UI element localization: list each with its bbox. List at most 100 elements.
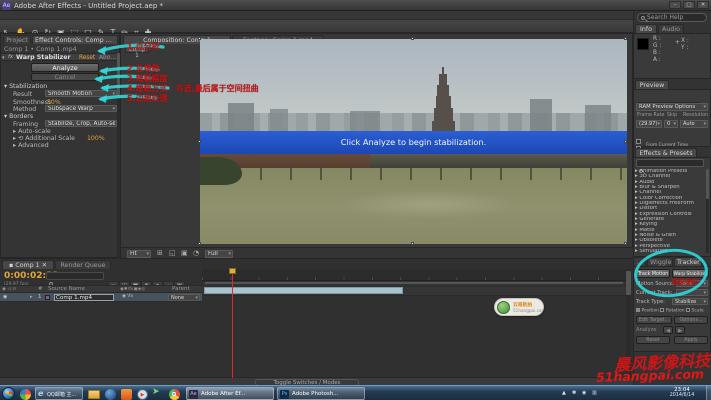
- show-desktop-button[interactable]: [706, 386, 711, 400]
- video-frame[interactable]: Click Analyze to begin stabilization.: [200, 39, 627, 244]
- frame-rate-dropdown[interactable]: (29.97): [636, 120, 662, 128]
- tracker-reset-button[interactable]: Reset: [636, 336, 670, 344]
- parent-dropdown[interactable]: None: [168, 294, 200, 301]
- edit-target-button[interactable]: Edit Target...: [636, 316, 672, 324]
- layer-handle[interactable]: [198, 37, 201, 40]
- tray-show-hidden-icon[interactable]: ▲: [562, 390, 566, 396]
- tab-audio[interactable]: Audio: [658, 24, 684, 33]
- close-button[interactable]: ✕: [697, 1, 709, 9]
- tray-volume-icon[interactable]: ◉: [582, 390, 586, 396]
- layer-handle[interactable]: [411, 242, 414, 245]
- reset-link[interactable]: Reset: [79, 55, 95, 61]
- result-dropdown[interactable]: Smooth Motion: [45, 90, 117, 97]
- mask-visibility-icon[interactable]: ◱: [169, 249, 176, 257]
- rotation-checkbox[interactable]: [660, 308, 664, 312]
- layer-twirl-icon[interactable]: ▸: [30, 294, 33, 300]
- framing-dropdown[interactable]: Stabilize, Crop, Auto-sc..: [45, 120, 117, 127]
- col-parent[interactable]: Parent: [172, 286, 190, 292]
- show-channel-icon[interactable]: ◔: [193, 249, 199, 257]
- effect-header-row[interactable]: ▾ fx Warp Stabilizer Reset About..: [1, 53, 121, 61]
- method-dropdown[interactable]: Subspace Warp: [45, 105, 117, 112]
- effects-search-input[interactable]: [636, 159, 704, 167]
- analyze-button[interactable]: Analyze: [31, 63, 99, 72]
- safe-guides-icon[interactable]: ⊞: [157, 249, 163, 257]
- additional-scale-row[interactable]: ▸ ⟲ Additional Scale: [13, 135, 83, 142]
- minimize-button[interactable]: –: [669, 1, 681, 9]
- stabilization-banner: Click Analyze to begin stabilization.: [200, 131, 627, 154]
- layer-row[interactable]: ◉ ▸ 1 Comp 1.mp4 ◉ \fx None: [0, 293, 202, 302]
- layer-handle[interactable]: [198, 140, 201, 143]
- cancel-button[interactable]: Cancel: [31, 73, 99, 81]
- effects-scrollbar[interactable]: [706, 169, 709, 253]
- tab-project[interactable]: Project: [3, 35, 31, 44]
- col-hash[interactable]: #: [38, 286, 43, 292]
- tracker-apply-button[interactable]: Apply: [674, 336, 708, 344]
- orange-app-icon[interactable]: [121, 389, 132, 400]
- position-checkbox[interactable]: [636, 308, 640, 312]
- fx-badge: fx: [8, 54, 13, 60]
- maximize-button[interactable]: ▢: [683, 1, 695, 9]
- layer-handle[interactable]: [624, 242, 627, 245]
- layer-duration-bar[interactable]: [204, 287, 403, 294]
- analyze-backward-button[interactable]: ◀: [663, 326, 673, 334]
- tab-timeline-comp[interactable]: ▪ Comp 1 ✕: [2, 260, 54, 269]
- tab-render-queue[interactable]: Render Queue: [55, 260, 111, 269]
- group-stabilization[interactable]: ▾ Stabilization: [4, 83, 47, 90]
- twirl-icon[interactable]: ▾: [2, 55, 5, 61]
- group-borders[interactable]: ▾ Borders: [4, 113, 33, 120]
- tab-info[interactable]: Info: [635, 24, 657, 33]
- photoshop-taskbar-button[interactable]: Ps Adobe Photosh...: [277, 387, 365, 400]
- tab-preview[interactable]: Preview: [635, 80, 669, 89]
- media-app-icon[interactable]: [20, 389, 31, 400]
- resolution-dropdown[interactable]: Full: [205, 250, 233, 258]
- work-area-bar[interactable]: [204, 281, 624, 285]
- ie-window-button[interactable]: e QQ邮箱 主...: [35, 387, 83, 400]
- timeline-search-input[interactable]: [46, 272, 104, 280]
- explorer-folder-icon[interactable]: [88, 390, 100, 399]
- skip-dropdown[interactable]: 0: [664, 120, 678, 128]
- close-icon[interactable]: ✕: [42, 262, 47, 269]
- eye-icon[interactable]: ◉: [3, 294, 7, 300]
- ram-preview-options-dropdown[interactable]: RAM Preview Options: [636, 103, 708, 111]
- label-color-swatch[interactable]: [45, 295, 50, 300]
- green-arrow-app-icon[interactable]: ➤: [152, 387, 160, 397]
- badge-logo-icon: [497, 301, 510, 314]
- layer-handle[interactable]: [624, 37, 627, 40]
- effect-name: Warp Stabilizer: [16, 54, 72, 61]
- preview-panel: Preview ⇤◀▶⇥◉↻≫ RAM Preview Options Fram…: [633, 80, 711, 147]
- col-source-name[interactable]: Source Name: [48, 286, 85, 292]
- switches-icons: ◉✱\fx▣◈◎: [120, 287, 145, 292]
- layer-handle[interactable]: [624, 140, 627, 143]
- layer-handle[interactable]: [198, 242, 201, 245]
- analyze-forward-button[interactable]: ▶: [675, 326, 685, 334]
- tray-network-icon[interactable]: ▥: [592, 390, 597, 396]
- preview-resolution-dropdown[interactable]: Auto: [680, 120, 708, 128]
- media-player-icon[interactable]: ▶: [137, 389, 148, 400]
- layer-switches[interactable]: ◉ \fx: [122, 294, 133, 299]
- layer-name[interactable]: Comp 1.mp4: [54, 294, 114, 301]
- search-help-input[interactable]: Search Help: [637, 13, 707, 22]
- tray-update-icon[interactable]: ✽: [572, 390, 576, 396]
- current-time-indicator-head[interactable]: [229, 268, 236, 274]
- tab-effect-controls[interactable]: Effect Controls: Comp 1.mp4: [32, 35, 118, 44]
- track-type-dropdown[interactable]: Stabilize: [672, 298, 708, 305]
- framing-label: Framing: [13, 121, 38, 128]
- scale-checkbox[interactable]: [686, 308, 690, 312]
- autoscale-row[interactable]: ▸ Auto-scale: [13, 128, 51, 135]
- additional-scale-value[interactable]: 100%: [87, 135, 105, 142]
- chrome-icon[interactable]: [169, 389, 180, 400]
- advanced-row[interactable]: ▸ Advanced: [13, 142, 49, 149]
- about-link[interactable]: About..: [99, 55, 117, 61]
- menu-bar: FileEditCompositionLayerEffectAnimationV…: [0, 11, 711, 20]
- time-ruler[interactable]: [202, 269, 626, 281]
- magnification-dropdown[interactable]: Fit: [127, 250, 151, 258]
- snapshot-icon[interactable]: ▣: [181, 249, 188, 257]
- current-time-indicator-line[interactable]: [232, 268, 233, 378]
- start-button[interactable]: [2, 387, 15, 400]
- options-button[interactable]: Options...: [674, 316, 708, 324]
- browser-orb-icon[interactable]: [105, 389, 116, 400]
- tab-effects-presets[interactable]: Effects & Presets: [635, 148, 697, 157]
- taskbar-clock[interactable]: 23:04 2014/6/14: [660, 387, 704, 400]
- after-effects-taskbar-button[interactable]: Ae Adobe After Ef...: [186, 387, 274, 400]
- layer-handle[interactable]: [411, 37, 414, 40]
